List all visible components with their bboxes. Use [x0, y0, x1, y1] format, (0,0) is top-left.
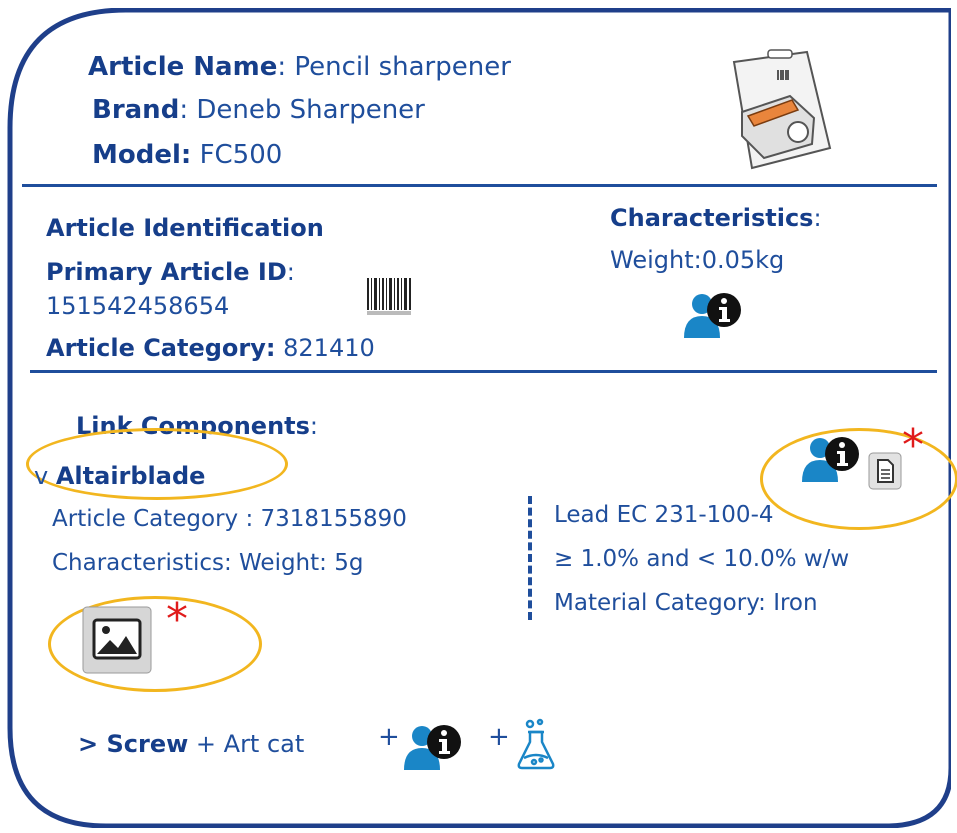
article-name-label: Article Name — [88, 52, 278, 82]
characteristics-row: Characteristics: — [610, 204, 822, 232]
article-category-label: Article Category: — [46, 334, 276, 362]
plus-sign: + — [378, 722, 400, 752]
model-label: Model: — [92, 140, 192, 170]
characteristics-title: Characteristics — [610, 204, 814, 232]
substance-divider — [528, 496, 536, 620]
article-name-row: Article Name: Pencil sharpener — [88, 52, 511, 82]
user-info-icon[interactable] — [800, 434, 862, 484]
document-icon[interactable] — [868, 452, 902, 490]
user-info-icon[interactable] — [682, 290, 744, 340]
divider — [30, 370, 937, 373]
substance-line-1: Lead EC 231-100-4 — [554, 502, 774, 528]
screw-toggle[interactable]: > Screw — [78, 730, 188, 758]
required-asterisk: * — [166, 594, 188, 645]
primary-id-row: Primary Article ID: — [46, 258, 295, 286]
barcode-icon — [365, 276, 415, 318]
plus-sign: + — [488, 722, 510, 752]
expand-toggle-icon[interactable]: v — [34, 462, 48, 490]
image-icon[interactable] — [82, 606, 152, 674]
required-asterisk: * — [902, 420, 924, 471]
primary-id-label: Primary Article ID — [46, 258, 287, 286]
brand-label: Brand — [92, 95, 180, 125]
primary-id-value: 151542458654 — [46, 292, 230, 320]
screw-row[interactable]: > Screw + Art cat — [78, 730, 304, 758]
brand-value: Deneb Sharpener — [196, 95, 425, 125]
component-characteristics: Characteristics: Weight: 5g — [52, 550, 364, 576]
model-value: FC500 — [199, 140, 283, 170]
highlight-oval — [48, 596, 262, 692]
altairblade-toggle[interactable]: v Altairblade — [34, 462, 205, 490]
identification-title: Article Identification — [46, 214, 324, 242]
divider — [22, 184, 937, 187]
screw-suffix: + Art cat — [195, 730, 305, 758]
article-category-row: Article Category: 821410 — [46, 334, 375, 362]
model-row: Model: FC500 — [92, 140, 282, 170]
product-image-icon — [712, 40, 837, 175]
weight-value: Weight:0.05kg — [610, 246, 785, 274]
component-name[interactable]: Altairblade — [56, 462, 206, 490]
component-category: Article Category : 7318155890 — [52, 506, 407, 532]
article-category-value: 821410 — [283, 334, 375, 362]
brand-row: Brand: Deneb Sharpener — [92, 95, 425, 125]
article-name-value: Pencil sharpener — [294, 52, 511, 82]
substance-line-3: Material Category: Iron — [554, 590, 818, 616]
substance-line-2: ≥ 1.0% and < 10.0% w/w — [554, 546, 850, 572]
user-info-icon[interactable] — [402, 722, 464, 772]
flask-icon[interactable] — [516, 718, 556, 770]
